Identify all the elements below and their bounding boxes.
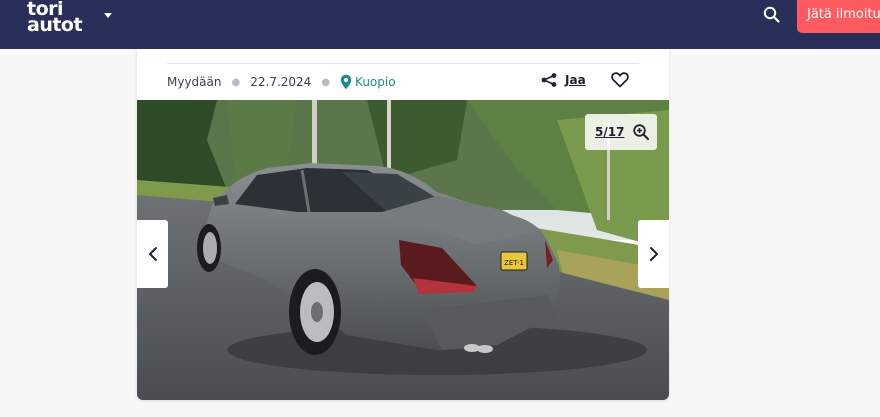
share-label: Jaa bbox=[565, 73, 586, 87]
listing-photo[interactable]: ZET-1 5/17 bbox=[137, 100, 669, 400]
separator-dot: ● bbox=[321, 76, 331, 88]
chevron-right-icon bbox=[649, 247, 658, 261]
search-icon[interactable] bbox=[762, 5, 782, 25]
tori-autot-logo[interactable]: tori autot bbox=[27, 0, 83, 36]
location-link[interactable]: Kuopio bbox=[340, 74, 396, 90]
logo-line-2: autot bbox=[27, 14, 83, 36]
post-listing-button[interactable]: Jätä ilmoitus bbox=[797, 0, 880, 33]
listing-meta: Myydään ● 22.7.2024 ● Kuopio bbox=[167, 73, 396, 91]
location-pin-icon bbox=[340, 74, 352, 90]
chevron-left-icon bbox=[148, 247, 157, 261]
location-label: Kuopio bbox=[355, 75, 396, 89]
divider bbox=[167, 63, 639, 64]
share-icon bbox=[541, 73, 557, 87]
heart-icon bbox=[611, 72, 629, 88]
image-counter-button[interactable]: 5/17 bbox=[585, 114, 657, 150]
image-counter: 5/17 bbox=[595, 125, 625, 139]
license-plate-text: ZET-1 bbox=[504, 259, 524, 267]
listing-date: 22.7.2024 bbox=[250, 75, 312, 89]
separator-dot: ● bbox=[231, 76, 241, 88]
chevron-down-icon[interactable] bbox=[104, 13, 112, 18]
next-image-button[interactable] bbox=[638, 220, 669, 288]
share-button[interactable]: Jaa bbox=[541, 73, 586, 87]
zoom-in-icon bbox=[633, 124, 650, 140]
previous-image-button[interactable] bbox=[137, 220, 168, 288]
listing-card: Myydään ● 22.7.2024 ● Kuopio Jaa ZET-1 5… bbox=[137, 49, 669, 400]
favorite-button[interactable] bbox=[611, 72, 629, 92]
top-bar: tori autot Jätä ilmoitus bbox=[0, 0, 880, 49]
listing-status: Myydään bbox=[167, 75, 222, 89]
